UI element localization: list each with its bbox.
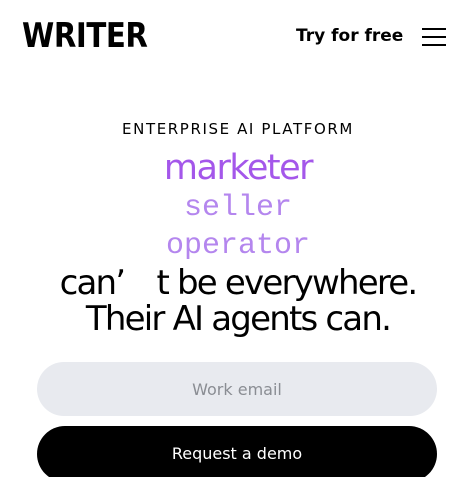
hamburger-menu-icon[interactable] (418, 24, 450, 50)
menu-bar-top (422, 28, 446, 30)
role-word-seller: seller (183, 191, 293, 225)
role-word-operator: operator (165, 229, 311, 263)
role-word-marketer: marketer (163, 148, 314, 188)
request-demo-button[interactable]: Request a demo (37, 426, 437, 477)
menu-bar-bottom (422, 44, 446, 46)
work-email-input[interactable] (37, 362, 437, 416)
try-for-free-link[interactable]: Try for free (296, 24, 403, 48)
menu-bar-middle (422, 36, 446, 38)
page: WRITER Try for free ENTERPRISE AI PLATFO… (0, 0, 476, 477)
writer-logo[interactable]: WRITER (22, 14, 148, 58)
headline-line-2: Their AI agents can. (85, 299, 392, 339)
eyebrow-text: ENTERPRISE AI PLATFORM (122, 120, 354, 138)
